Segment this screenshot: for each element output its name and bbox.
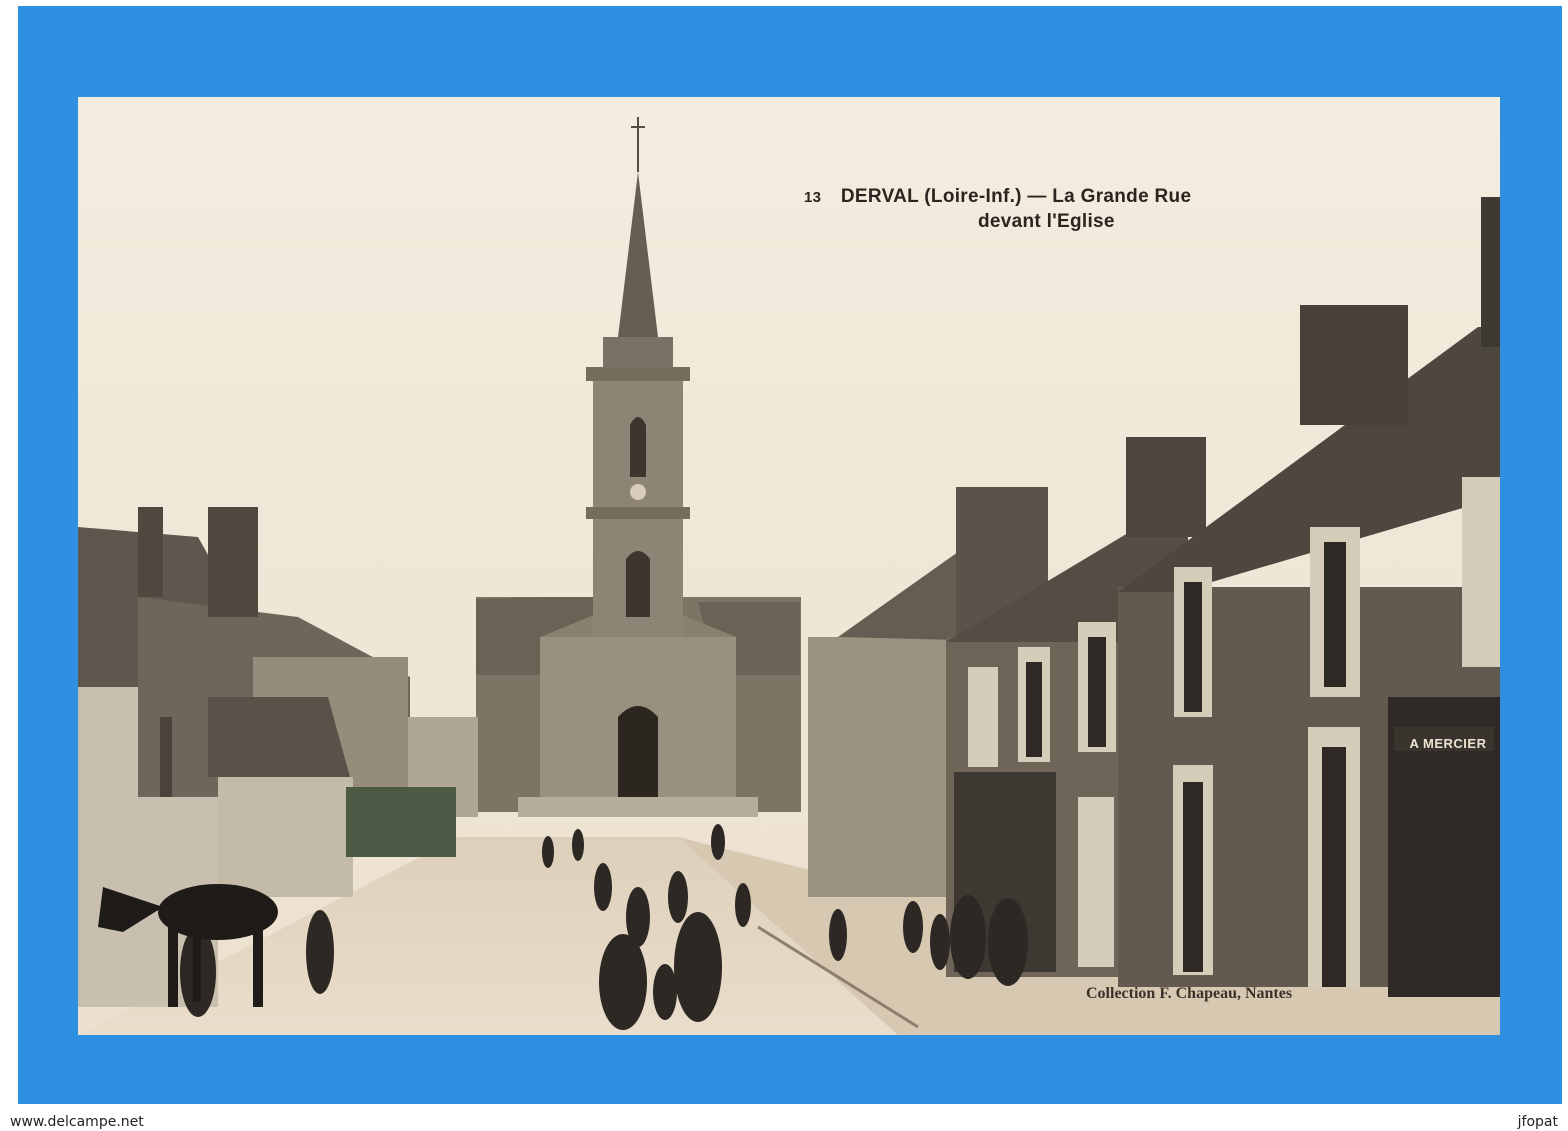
caption-line-1: DERVAL (Loire-Inf.) — La Grande Rue [840,186,1192,207]
card-number: 13 [804,189,822,206]
caption-line-2: devant l'Eglise [978,211,1115,232]
collection-credit: Collection F. Chapeau, Nantes [1086,985,1293,1002]
shop-sign: A MERCIER [1409,736,1487,751]
postcard-photo: 13 DERVAL (Loire-Inf.) — La Grande Rue d… [78,97,1500,1035]
street-scene [78,97,1500,1035]
postcard-caption: 13 DERVAL (Loire-Inf.) — La Grande Rue d… [804,185,1324,234]
watermark-left: www.delcampe.net [10,1114,144,1130]
watermark-right: jfopat [1517,1114,1558,1130]
